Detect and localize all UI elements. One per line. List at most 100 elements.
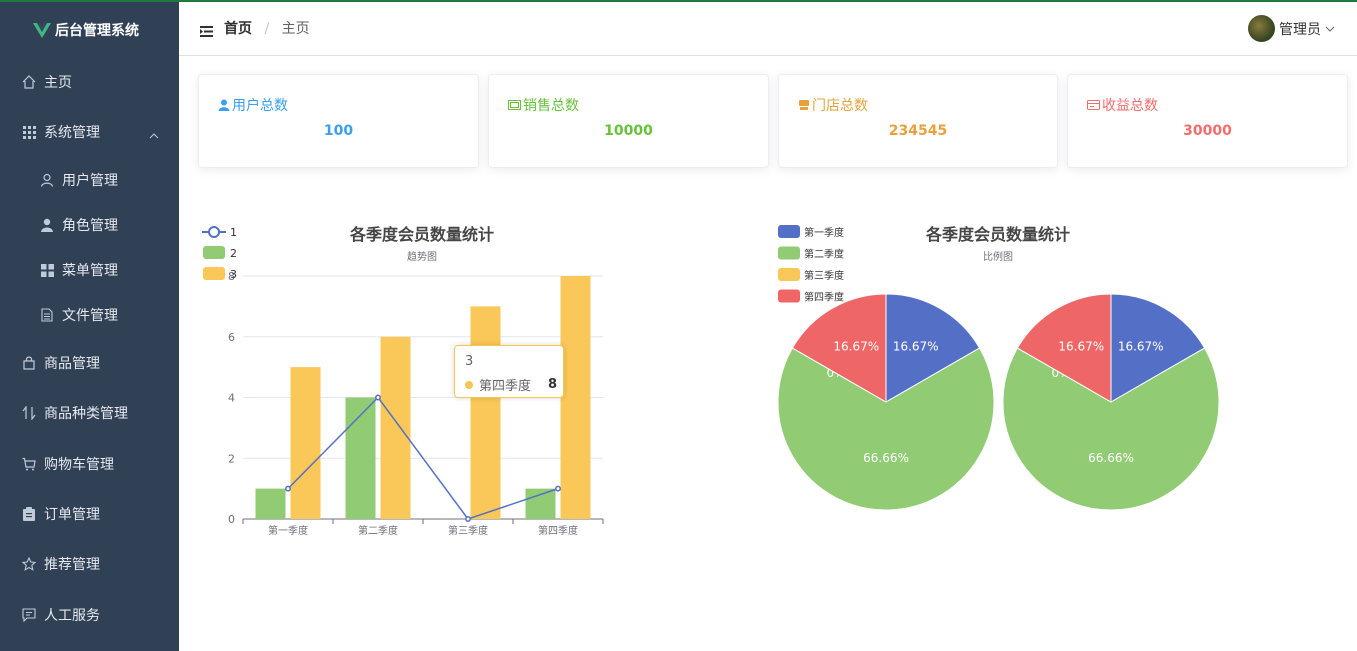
pie-data-label: 16.67%: [1058, 340, 1104, 354]
sidebar-item-label: 推荐管理: [44, 557, 100, 573]
bar-3: [290, 367, 321, 519]
legend-swatch: [778, 289, 800, 303]
sidebar-item-label: 商品管理: [44, 356, 100, 372]
stat-card-sales: 销售总数 10000: [488, 74, 769, 168]
x-tick-label: 第二季度: [358, 524, 398, 537]
sidebar-item-menus[interactable]: 菜单管理: [0, 245, 179, 295]
stat-title: 收益总数: [1102, 98, 1158, 114]
chevron-down-icon: [1325, 26, 1335, 32]
money-icon: [508, 100, 521, 110]
pie-chart[interactable]: 各季度会员数量统计 比例图 16.67%66.66%0%16.67%16.67%…: [770, 215, 1230, 520]
top-header: 首页 / 主页 管理员: [179, 2, 1357, 56]
sidebar-item-label: 菜单管理: [62, 263, 118, 279]
sidebar-item-recommend[interactable]: 推荐管理: [0, 539, 179, 589]
line-point: [465, 516, 471, 522]
bar-3: [560, 276, 591, 519]
bar-3: [470, 306, 501, 519]
tooltip-label: 第四季度: [479, 379, 532, 394]
line-point: [285, 485, 291, 492]
stat-value: 10000: [604, 123, 653, 139]
sidebar: 后台管理系统 主页 系统管理 用户管理 角色管理 菜单管理 文件管理 商品管理 …: [0, 2, 179, 651]
pie-data-label: 16.67%: [833, 340, 879, 354]
sidebar-item-label: 主页: [44, 75, 72, 91]
legend-label: 第二季度: [804, 248, 844, 261]
legend-swatch: [203, 246, 225, 259]
legend-label: 1: [230, 226, 237, 239]
breadcrumb-item-current: 主页: [281, 21, 310, 37]
legend-label: 第一季度: [804, 226, 844, 239]
stat-value: 100: [323, 123, 354, 139]
home-icon: [22, 75, 36, 89]
stat-title: 用户总数: [232, 98, 288, 114]
pie-data-label: 16.67%: [893, 340, 939, 354]
sidebar-item-system[interactable]: 系统管理: [0, 107, 179, 157]
bar-2: [255, 488, 286, 519]
app-title: 后台管理系统: [55, 22, 139, 39]
line-point: [555, 485, 561, 492]
wallet-icon: [1087, 100, 1100, 110]
legend-swatch: [203, 267, 225, 280]
chat-icon: [22, 608, 36, 622]
sidebar-item-users[interactable]: 用户管理: [0, 155, 179, 205]
sidebar-item-roles[interactable]: 角色管理: [0, 200, 179, 250]
sidebar-item-goods[interactable]: 商品管理: [0, 338, 179, 388]
pie-data-label: 66.66%: [863, 451, 909, 465]
sidebar-item-cart[interactable]: 购物车管理: [0, 439, 179, 489]
stat-value: 30000: [1183, 123, 1232, 139]
grid-icon: [22, 125, 36, 139]
sidebar-item-label: 系统管理: [44, 125, 100, 141]
vue-logo-icon: [33, 22, 51, 38]
tooltip-dot: [465, 380, 473, 389]
sort-icon: [22, 406, 36, 420]
chart-title: 各季度会员数量统计: [349, 225, 494, 244]
stat-value: 234545: [888, 123, 948, 139]
sidebar-item-label: 文件管理: [62, 308, 118, 324]
user-name: 管理员: [1279, 21, 1321, 38]
tooltip-title: 3: [465, 354, 474, 369]
stat-card-revenue: 收益总数 30000: [1067, 74, 1348, 168]
avatar: [1248, 15, 1275, 42]
legend-marker: [208, 226, 220, 238]
user-solid-icon: [40, 218, 54, 232]
y-tick-label: 0: [228, 513, 235, 526]
user-dropdown[interactable]: 管理员: [1248, 15, 1335, 42]
sidebar-item-service[interactable]: 人工服务: [0, 590, 179, 640]
sidebar-item-files[interactable]: 文件管理: [0, 290, 179, 340]
stat-title: 门店总数: [812, 98, 868, 114]
x-tick-label: 第三季度: [448, 524, 488, 537]
chart-title: 各季度会员数量统计: [925, 225, 1070, 244]
y-tick-label: 6: [228, 331, 235, 344]
user-solid-icon: [218, 99, 230, 111]
stat-card-users: 用户总数 100: [198, 74, 479, 168]
breadcrumb-item-home[interactable]: 首页: [224, 21, 252, 37]
chart-subtitle: 趋势图: [407, 250, 437, 263]
legend-swatch: [778, 246, 800, 260]
chart-tooltip: 3 第四季度 8: [454, 345, 564, 398]
bar-line-chart[interactable]: 各季度会员数量统计 趋势图 0 2 4 6 8 第一季度 第二季度 第三季度 第四季度 1 2 3: [190, 215, 630, 545]
line-point: [375, 394, 381, 401]
pie-data-label: 66.66%: [1088, 451, 1134, 465]
app-logo[interactable]: 后台管理系统: [0, 2, 179, 57]
sidebar-item-orders[interactable]: 订单管理: [0, 489, 179, 539]
legend-label: 第三季度: [804, 269, 844, 282]
x-tick-label: 第一季度: [268, 524, 308, 537]
menu-icon: [40, 263, 54, 277]
sidebar-item-label: 购物车管理: [44, 457, 114, 473]
sidebar-item-home[interactable]: 主页: [0, 57, 179, 107]
y-tick-label: 4: [228, 392, 235, 405]
sidebar-item-goods-category[interactable]: 商品种类管理: [0, 388, 179, 438]
x-tick-label: 第四季度: [538, 524, 578, 537]
legend-label: 2: [230, 247, 237, 260]
bar-3: [380, 336, 411, 519]
legend-label: 第四季度: [804, 291, 844, 304]
tooltip-value: 8: [547, 377, 557, 392]
sidebar-item-label: 人工服务: [44, 608, 100, 624]
user-icon: [40, 173, 54, 187]
breadcrumb-separator: /: [264, 21, 270, 37]
pie-data-label: 16.67%: [1118, 340, 1164, 354]
menu-toggle-icon[interactable]: [200, 22, 213, 41]
shop-icon: [799, 100, 809, 110]
sidebar-item-label: 商品种类管理: [44, 406, 128, 422]
stat-title: 销售总数: [523, 98, 579, 114]
chevron-up-icon: [149, 127, 159, 143]
